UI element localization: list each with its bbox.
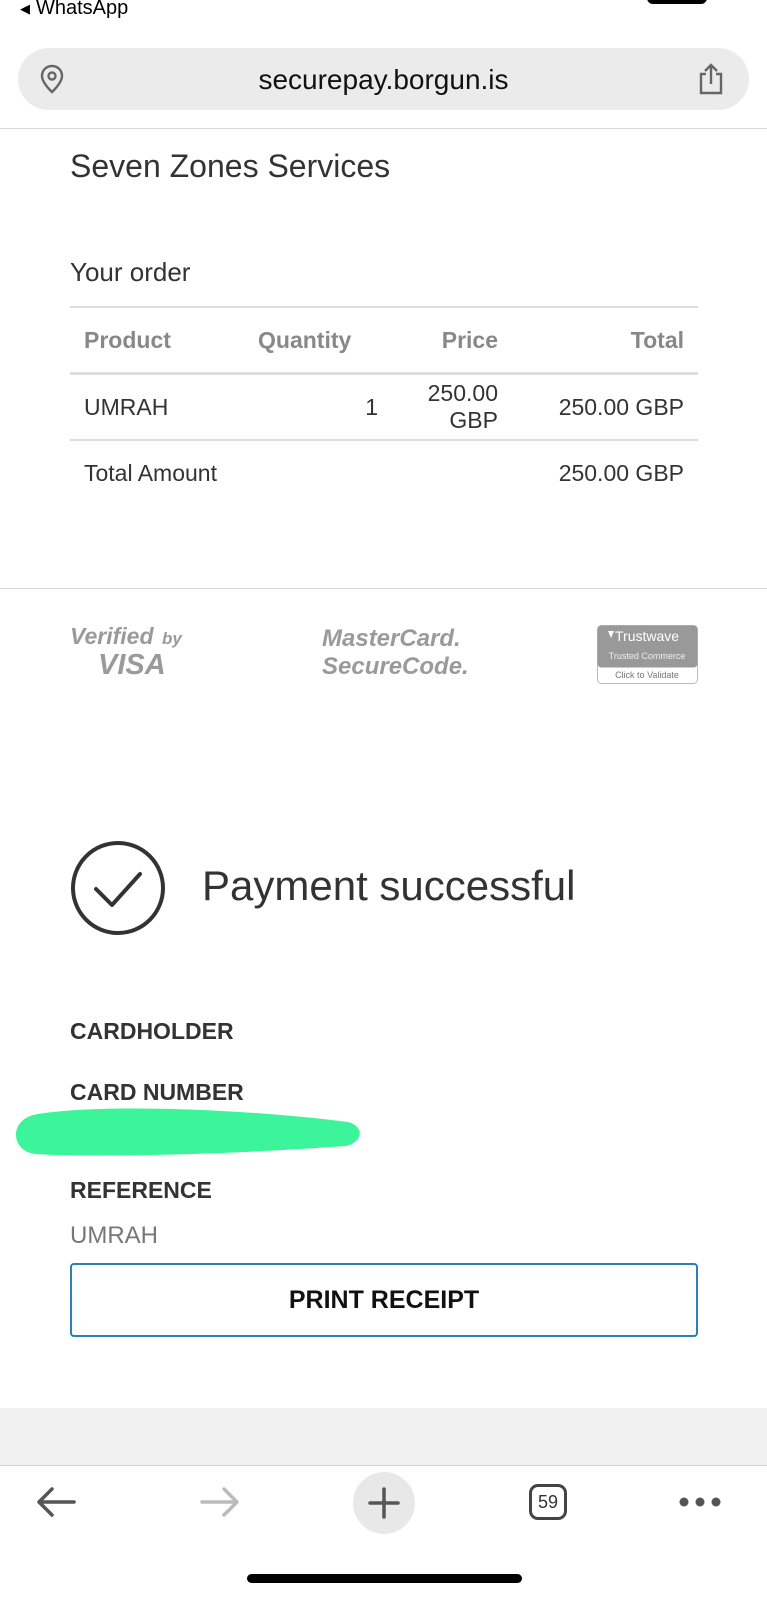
forward-arrow-icon [200,1487,239,1517]
row-price: 250.00 GBP [392,373,512,441]
back-arrow-icon [37,1487,76,1517]
back-button[interactable] [30,1470,82,1534]
row-total: 250.00 GBP [512,373,698,441]
merchant-name: Seven Zones Services [70,148,391,184]
forward-button[interactable] [194,1470,246,1534]
url-text: securepay.borgun.is [258,64,509,95]
home-indicator[interactable] [247,1574,522,1583]
col-total: Total [512,306,698,375]
reference-label: REFERENCE [70,1177,212,1203]
trustwave-seal[interactable]: Trustwave Trusted Commerce Click to Vali… [597,625,698,684]
visa-brand-text: VISA [98,649,166,680]
page-footer [0,1408,767,1466]
checkmark-circle-icon [71,841,165,935]
verified-by-visa-logo: Verified by VISA [70,623,183,680]
plus-icon [368,1487,400,1519]
visa-by-text: by [162,629,183,648]
mc-line2: SecureCode. [322,653,467,680]
tabs-icon: 59 [529,1484,567,1520]
payment-status: Payment successful [202,862,576,909]
address-bar[interactable]: securepay.borgun.is [18,48,749,110]
divider [0,1465,767,1466]
trustwave-subtitle: Trusted Commerce [609,651,686,661]
status-icons [647,0,707,4]
trustwave-cta: Click to Validate [615,670,679,680]
trustwave-name: Trustwave [615,628,679,644]
order-table: Product Quantity Price Total UMRAH 1 250… [70,306,698,505]
total-value: 250.00 GBP [558,459,684,486]
row-quantity: 1 [244,373,392,441]
more-icon [679,1497,721,1507]
print-receipt-button[interactable]: PRINT RECEIPT [70,1263,698,1337]
col-price: Price [392,306,512,375]
total-label: Total Amount [84,459,217,486]
row-product: UMRAH [70,373,244,441]
new-tab-button[interactable] [353,1472,415,1534]
tabs-button[interactable]: 59 [523,1470,573,1534]
total-spacer [392,440,512,505]
col-product: Product [70,306,244,375]
order-heading: Your order [70,257,191,287]
total-row: Total Amount 250.00 GBP [70,440,698,505]
table-row: UMRAH 1 250.00 GBP 250.00 GBP [70,373,698,441]
divider [0,588,767,589]
back-triangle-icon: ◀ [20,0,30,16]
reference-value: UMRAH [70,1222,158,1249]
more-button[interactable] [676,1470,724,1534]
status-bar: ◀ WhatsApp [0,0,767,30]
redaction-mark [16,1108,360,1156]
visa-verified-text: Verified [70,623,154,649]
cardholder-label: CARDHOLDER [70,1018,234,1044]
divider [0,128,767,129]
col-quantity: Quantity [244,306,392,375]
share-icon[interactable] [695,62,727,96]
mastercard-securecode-logo: MasterCard. SecureCode. [322,625,467,680]
mc-line1: MasterCard. [322,625,461,652]
back-app-label: WhatsApp [36,0,129,19]
back-to-app-link[interactable]: ◀ WhatsApp [20,0,128,20]
order-table-header: Product Quantity Price Total [70,306,698,375]
